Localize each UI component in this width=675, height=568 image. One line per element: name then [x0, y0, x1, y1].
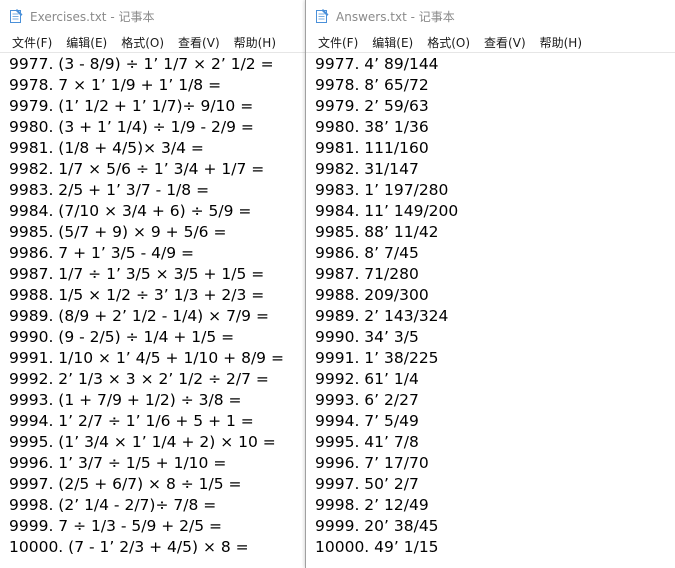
menu-file[interactable]: 文件(F)	[311, 34, 365, 51]
text-line: 9996. 1’ 3/7 ÷ 1/5 + 1/10 =	[9, 454, 227, 472]
notepad-icon	[8, 8, 24, 24]
menu-help[interactable]: 帮助(H)	[533, 34, 589, 51]
notepad-icon	[314, 8, 330, 24]
text-line: 9998. 2’ 12/49	[315, 496, 429, 514]
text-line: 9980. (3 + 1’ 1/4) ÷ 1/9 - 2/9 =	[9, 118, 254, 136]
answers-window[interactable]: Answers.txt - 记事本 文件(F) 编辑(E) 格式(O) 查看(V…	[305, 0, 675, 568]
text-line: 9979. (1’ 1/2 + 1’ 1/7)÷ 9/10 =	[9, 97, 254, 115]
text-line: 9997. (2/5 + 6/7) × 8 ÷ 1/5 =	[9, 475, 242, 493]
desktop: Exercises.txt - 记事本 文件(F) 编辑(E) 格式(O) 查看…	[0, 0, 675, 568]
text-line: 9978. 7 × 1’ 1/9 + 1’ 1/8 =	[9, 76, 222, 94]
menu-view[interactable]: 查看(V)	[171, 34, 227, 51]
text-line: 10000. (7 - 1’ 2/3 + 4/5) × 8 =	[9, 538, 249, 556]
text-line: 9985. 88’ 11/42	[315, 223, 439, 241]
text-line: 9999. 7 ÷ 1/3 - 5/9 + 2/5 =	[9, 517, 223, 535]
text-line: 9986. 8’ 7/45	[315, 244, 419, 262]
text-line: 9980. 38’ 1/36	[315, 118, 429, 136]
answers-titlebar[interactable]: Answers.txt - 记事本	[306, 0, 675, 32]
text-line: 9977. (3 - 8/9) ÷ 1’ 1/7 × 2’ 1/2 =	[9, 55, 274, 73]
text-line: 9986. 7 + 1’ 3/5 - 4/9 =	[9, 244, 194, 262]
text-line: 9995. 41’ 7/8	[315, 433, 419, 451]
text-line: 9993. 6’ 2/27	[315, 391, 419, 409]
text-line: 9995. (1’ 3/4 × 1’ 1/4 + 2) × 10 =	[9, 433, 276, 451]
text-line: 9988. 1/5 × 1/2 ÷ 3’ 1/3 + 2/3 =	[9, 286, 265, 304]
menu-file[interactable]: 文件(F)	[5, 34, 59, 51]
text-line: 9984. (7/10 × 3/4 + 6) ÷ 5/9 =	[9, 202, 252, 220]
text-line: 9985. (5/7 + 9) × 9 + 5/6 =	[9, 223, 227, 241]
text-line: 9993. (1 + 7/9 + 1/2) ÷ 3/8 =	[9, 391, 242, 409]
text-line: 10000. 49’ 1/15	[315, 538, 439, 556]
text-line: 9994. 7’ 5/49	[315, 412, 419, 430]
menu-format[interactable]: 格式(O)	[420, 34, 477, 51]
menu-bar: 文件(F) 编辑(E) 格式(O) 查看(V) 帮助(H)	[306, 32, 675, 53]
text-line: 9981. 111/160	[315, 139, 429, 157]
text-line: 9981. (1/8 + 4/5)× 3/4 =	[9, 139, 204, 157]
text-editor-area[interactable]: 9977. (3 - 8/9) ÷ 1’ 1/7 × 2’ 1/2 = 9978.…	[0, 53, 305, 558]
text-line: 9978. 8’ 65/72	[315, 76, 429, 94]
menu-edit[interactable]: 编辑(E)	[59, 34, 114, 51]
window-title: Answers.txt - 记事本	[336, 9, 455, 24]
window-title: Exercises.txt - 记事本	[30, 9, 155, 24]
exercises-window[interactable]: Exercises.txt - 记事本 文件(F) 编辑(E) 格式(O) 查看…	[0, 0, 306, 568]
text-line: 9989. (8/9 + 2’ 1/2 - 1/4) × 7/9 =	[9, 307, 269, 325]
text-line: 9979. 2’ 59/63	[315, 97, 429, 115]
text-line: 9990. 34’ 3/5	[315, 328, 419, 346]
text-line: 9996. 7’ 17/70	[315, 454, 429, 472]
menu-view[interactable]: 查看(V)	[477, 34, 533, 51]
text-line: 9987. 1/7 ÷ 1’ 3/5 × 3/5 + 1/5 =	[9, 265, 265, 283]
text-line: 9997. 50’ 2/7	[315, 475, 419, 493]
text-line: 9984. 11’ 149/200	[315, 202, 459, 220]
text-line: 9992. 2’ 1/3 × 3 × 2’ 1/2 ÷ 2/7 =	[9, 370, 269, 388]
text-line: 9982. 1/7 × 5/6 ÷ 1’ 3/4 + 1/7 =	[9, 160, 265, 178]
menu-edit[interactable]: 编辑(E)	[365, 34, 420, 51]
text-line: 9994. 1’ 2/7 ÷ 1’ 1/6 + 5 + 1 =	[9, 412, 254, 430]
text-line: 9992. 61’ 1/4	[315, 370, 419, 388]
text-line: 9983. 2/5 + 1’ 3/7 - 1/8 =	[9, 181, 210, 199]
text-line: 9987. 71/280	[315, 265, 419, 283]
text-line: 9990. (9 - 2/5) ÷ 1/4 + 1/5 =	[9, 328, 235, 346]
text-line: 9977. 4’ 89/144	[315, 55, 439, 73]
text-line: 9991. 1’ 38/225	[315, 349, 439, 367]
text-line: 9999. 20’ 38/45	[315, 517, 439, 535]
text-line: 9983. 1’ 197/280	[315, 181, 449, 199]
text-line: 9991. 1/10 × 1’ 4/5 + 1/10 + 8/9 =	[9, 349, 284, 367]
menu-help[interactable]: 帮助(H)	[227, 34, 283, 51]
text-editor-area[interactable]: 9977. 4’ 89/144 9978. 8’ 65/72 9979. 2’ 59…	[306, 53, 675, 558]
menu-format[interactable]: 格式(O)	[114, 34, 171, 51]
text-line: 9998. (2’ 1/4 - 2/7)÷ 7/8 =	[9, 496, 217, 514]
text-line: 9982. 31/147	[315, 160, 419, 178]
text-line: 9989. 2’ 143/324	[315, 307, 449, 325]
text-line: 9988. 209/300	[315, 286, 429, 304]
menu-bar: 文件(F) 编辑(E) 格式(O) 查看(V) 帮助(H)	[0, 32, 305, 53]
exercises-titlebar[interactable]: Exercises.txt - 记事本	[0, 0, 305, 32]
